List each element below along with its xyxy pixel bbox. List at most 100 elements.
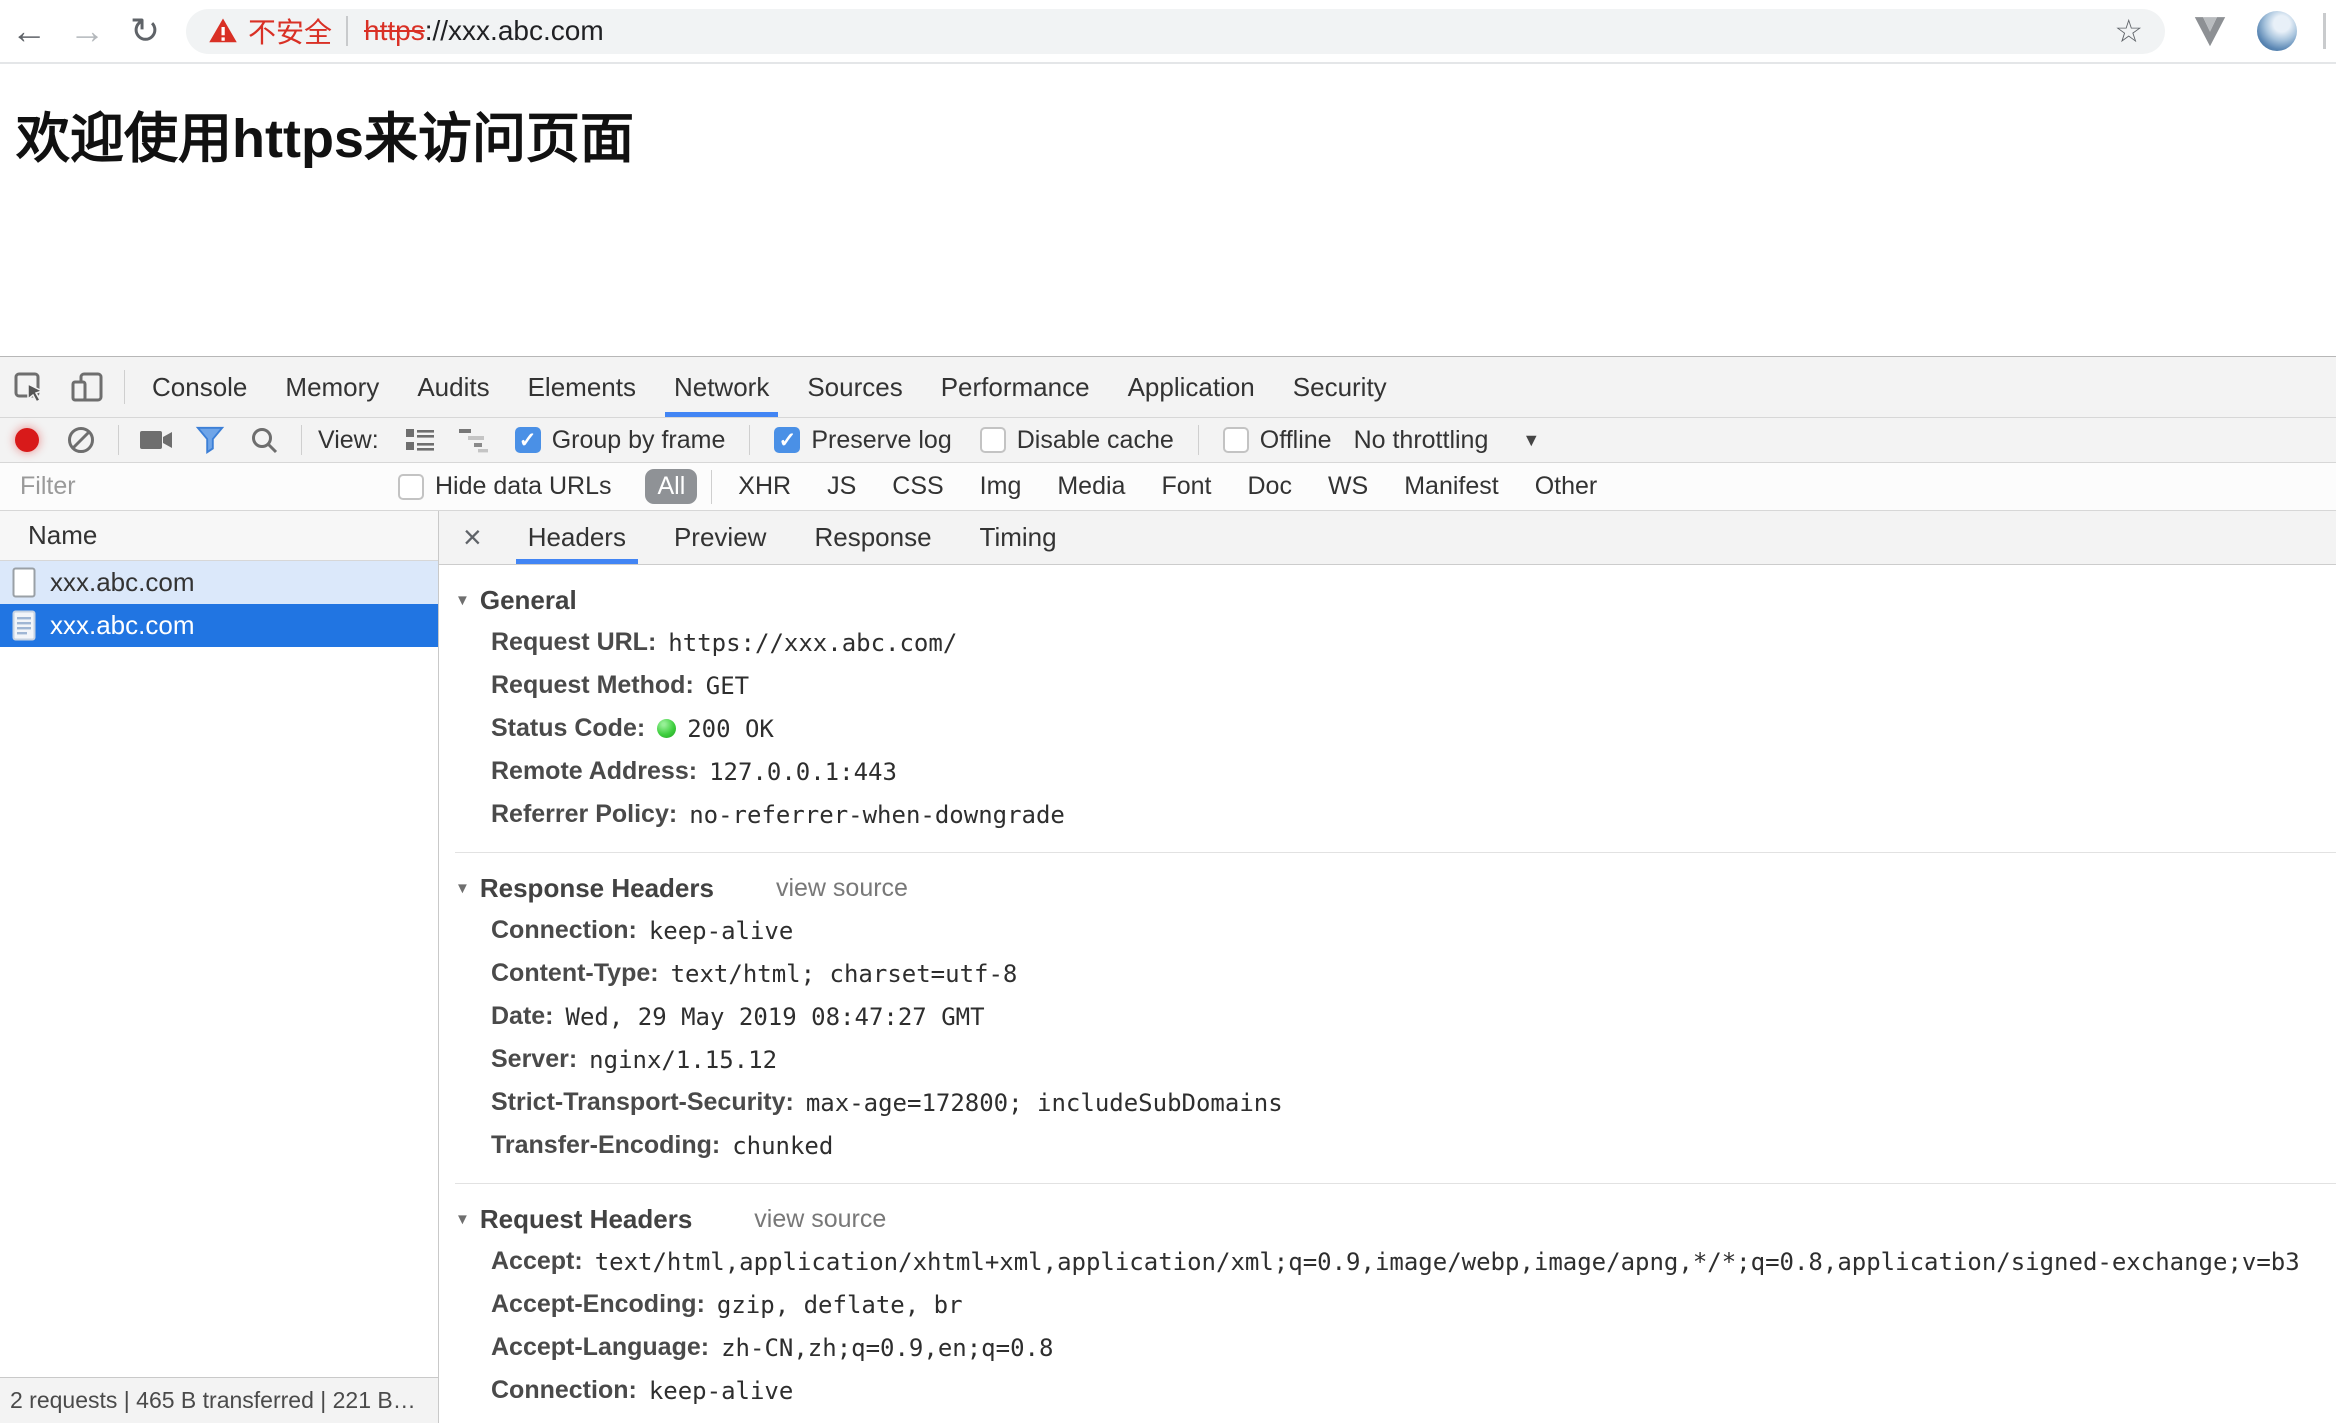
header-value: keep-alive bbox=[648, 1376, 794, 1405]
inspect-element-icon[interactable] bbox=[0, 369, 58, 405]
disclosure-triangle-icon[interactable]: ▼ bbox=[455, 1211, 470, 1228]
filter-type-manifest[interactable]: Manifest bbox=[1392, 469, 1510, 504]
tab-security[interactable]: Security bbox=[1274, 357, 1406, 417]
devtools-tabs: Console Memory Audits Elements Network Source… bbox=[133, 357, 1406, 417]
waterfall-view-icon[interactable] bbox=[447, 427, 501, 453]
preserve-log-checkbox[interactable]: ✓ Preserve log bbox=[774, 426, 952, 455]
header-value: gzip, deflate, br bbox=[716, 1290, 963, 1319]
requests-panel: Name xxx.abc.com xxx.abc.com 2 requests … bbox=[0, 511, 439, 1423]
view-source-link[interactable]: view source bbox=[754, 1205, 886, 1234]
header-name: Accept: bbox=[491, 1247, 583, 1275]
url-text: ://xxx.abc.com bbox=[424, 15, 604, 46]
list-view-icon[interactable] bbox=[393, 426, 447, 454]
tab-performance[interactable]: Performance bbox=[922, 357, 1109, 417]
checkbox-icon bbox=[398, 473, 424, 500]
record-icon[interactable] bbox=[0, 428, 54, 452]
extension-v-icon[interactable] bbox=[2189, 12, 2231, 50]
request-row[interactable]: xxx.abc.com bbox=[0, 604, 438, 647]
header-name: Connection: bbox=[491, 916, 637, 944]
view-source-link[interactable]: view source bbox=[776, 874, 908, 903]
detail-tab-response[interactable]: Response bbox=[790, 511, 955, 564]
group-by-frame-checkbox[interactable]: ✓ Group by frame bbox=[514, 425, 726, 455]
tab-audits[interactable]: Audits bbox=[398, 357, 508, 417]
header-name: Server: bbox=[491, 1045, 578, 1073]
forward-icon[interactable]: → bbox=[58, 0, 116, 62]
warning-triangle-icon[interactable] bbox=[208, 16, 238, 46]
section-title[interactable]: General bbox=[480, 585, 577, 616]
tab-memory[interactable]: Memory bbox=[266, 357, 398, 417]
browser-toolbar: ← → ↻ 不安全 https ://xxx.abc.com ☆ bbox=[0, 0, 2336, 64]
toolbar-sep bbox=[301, 425, 302, 455]
name-column-header[interactable]: Name bbox=[0, 511, 438, 561]
tab-application[interactable]: Application bbox=[1109, 357, 1274, 417]
detail-tab-headers[interactable]: Headers bbox=[504, 511, 650, 564]
header-row: Content-Type: text/html; charset=utf-8 bbox=[455, 952, 2336, 995]
url-separator bbox=[346, 16, 349, 46]
throttling-select[interactable]: No throttling bbox=[1354, 426, 1489, 455]
chevron-down-icon[interactable]: ▼ bbox=[1522, 430, 1540, 451]
detail-tabs: Headers Preview Response Timing bbox=[504, 511, 1081, 564]
header-name: Remote Address: bbox=[491, 757, 698, 785]
profile-avatar[interactable] bbox=[2257, 11, 2297, 51]
clear-icon[interactable] bbox=[54, 425, 108, 455]
header-name: Content-Type: bbox=[491, 959, 659, 987]
header-name: Status Code: bbox=[491, 714, 646, 742]
tab-network[interactable]: Network bbox=[655, 357, 788, 417]
header-value: 200 OK bbox=[687, 714, 774, 743]
detail-tab-preview[interactable]: Preview bbox=[650, 511, 790, 564]
address-bar[interactable]: 不安全 https ://xxx.abc.com ☆ bbox=[186, 8, 2165, 54]
section-title[interactable]: Request Headers bbox=[480, 1204, 692, 1235]
hide-data-urls-label: Hide data URLs bbox=[435, 472, 612, 500]
bookmark-star-icon[interactable]: ☆ bbox=[2114, 12, 2143, 50]
header-value: keep-alive bbox=[648, 916, 794, 945]
filter-input[interactable] bbox=[18, 471, 362, 502]
header-name: Transfer-Encoding: bbox=[491, 1131, 721, 1159]
close-icon[interactable]: × bbox=[439, 519, 504, 556]
section-title[interactable]: Response Headers bbox=[480, 873, 714, 904]
disclosure-triangle-icon[interactable]: ▼ bbox=[455, 592, 470, 609]
filter-funnel-icon[interactable] bbox=[183, 425, 237, 455]
filmstrip-camera-icon[interactable] bbox=[129, 427, 183, 453]
tab-elements[interactable]: Elements bbox=[509, 357, 655, 417]
filter-type-img[interactable]: Img bbox=[968, 469, 1034, 504]
header-value: text/html,application/xhtml+xml,applicat… bbox=[594, 1247, 2300, 1276]
device-toolbar-icon[interactable] bbox=[58, 369, 116, 405]
header-value: 127.0.0.1:443 bbox=[709, 757, 897, 786]
document-icon bbox=[12, 610, 36, 641]
network-filterbar: Hide data URLs All XHR JS CSS Img Media Font Do… bbox=[0, 463, 2336, 511]
reload-icon[interactable]: ↻ bbox=[116, 0, 174, 62]
headers-section: ▼ General Request URL: https://xxx.abc.c… bbox=[455, 565, 2336, 853]
search-icon[interactable] bbox=[237, 425, 291, 455]
header-row: Transfer-Encoding: chunked bbox=[455, 1124, 2336, 1167]
browser-actions bbox=[2189, 11, 2326, 51]
filter-type-js[interactable]: JS bbox=[815, 469, 868, 504]
devtools-tabbar: Console Memory Audits Elements Network Source… bbox=[0, 357, 2336, 418]
filter-type-other[interactable]: Other bbox=[1523, 469, 1610, 504]
filter-type-font[interactable]: Font bbox=[1149, 469, 1223, 504]
disable-cache-checkbox[interactable]: Disable cache bbox=[979, 426, 1174, 455]
request-detail-panel: × Headers Preview Response Timing ▼ General… bbox=[439, 511, 2336, 1423]
header-name: Referrer Policy: bbox=[491, 800, 678, 828]
header-name: Accept-Encoding: bbox=[491, 1290, 705, 1318]
disclosure-triangle-icon[interactable]: ▼ bbox=[455, 880, 470, 897]
network-status-bar: 2 requests | 465 B transferred | 221 B… bbox=[0, 1377, 438, 1423]
filter-type-ws[interactable]: WS bbox=[1316, 469, 1380, 504]
offline-checkbox[interactable]: Offline bbox=[1222, 426, 1332, 455]
tab-console[interactable]: Console bbox=[133, 357, 266, 417]
security-status-label[interactable]: 不安全 bbox=[248, 11, 332, 51]
header-row: Accept: text/html,application/xhtml+xml,… bbox=[455, 1240, 2336, 1283]
filter-type-media[interactable]: Media bbox=[1045, 469, 1137, 504]
hide-data-urls-checkbox[interactable]: Hide data URLs bbox=[398, 472, 611, 501]
document-icon bbox=[12, 567, 36, 598]
header-value: GET bbox=[705, 671, 750, 700]
back-icon[interactable]: ← bbox=[0, 0, 58, 62]
filter-type-all[interactable]: All bbox=[645, 469, 698, 504]
checkbox-label: Group by frame bbox=[551, 425, 726, 454]
header-row: Host: xxx.abc.com bbox=[455, 1412, 2336, 1423]
filter-type-doc[interactable]: Doc bbox=[1235, 469, 1303, 504]
filter-type-css[interactable]: CSS bbox=[880, 469, 955, 504]
tab-sources[interactable]: Sources bbox=[788, 357, 921, 417]
detail-tab-timing[interactable]: Timing bbox=[956, 511, 1081, 564]
request-row[interactable]: xxx.abc.com bbox=[0, 561, 438, 604]
filter-type-xhr[interactable]: XHR bbox=[726, 469, 803, 504]
